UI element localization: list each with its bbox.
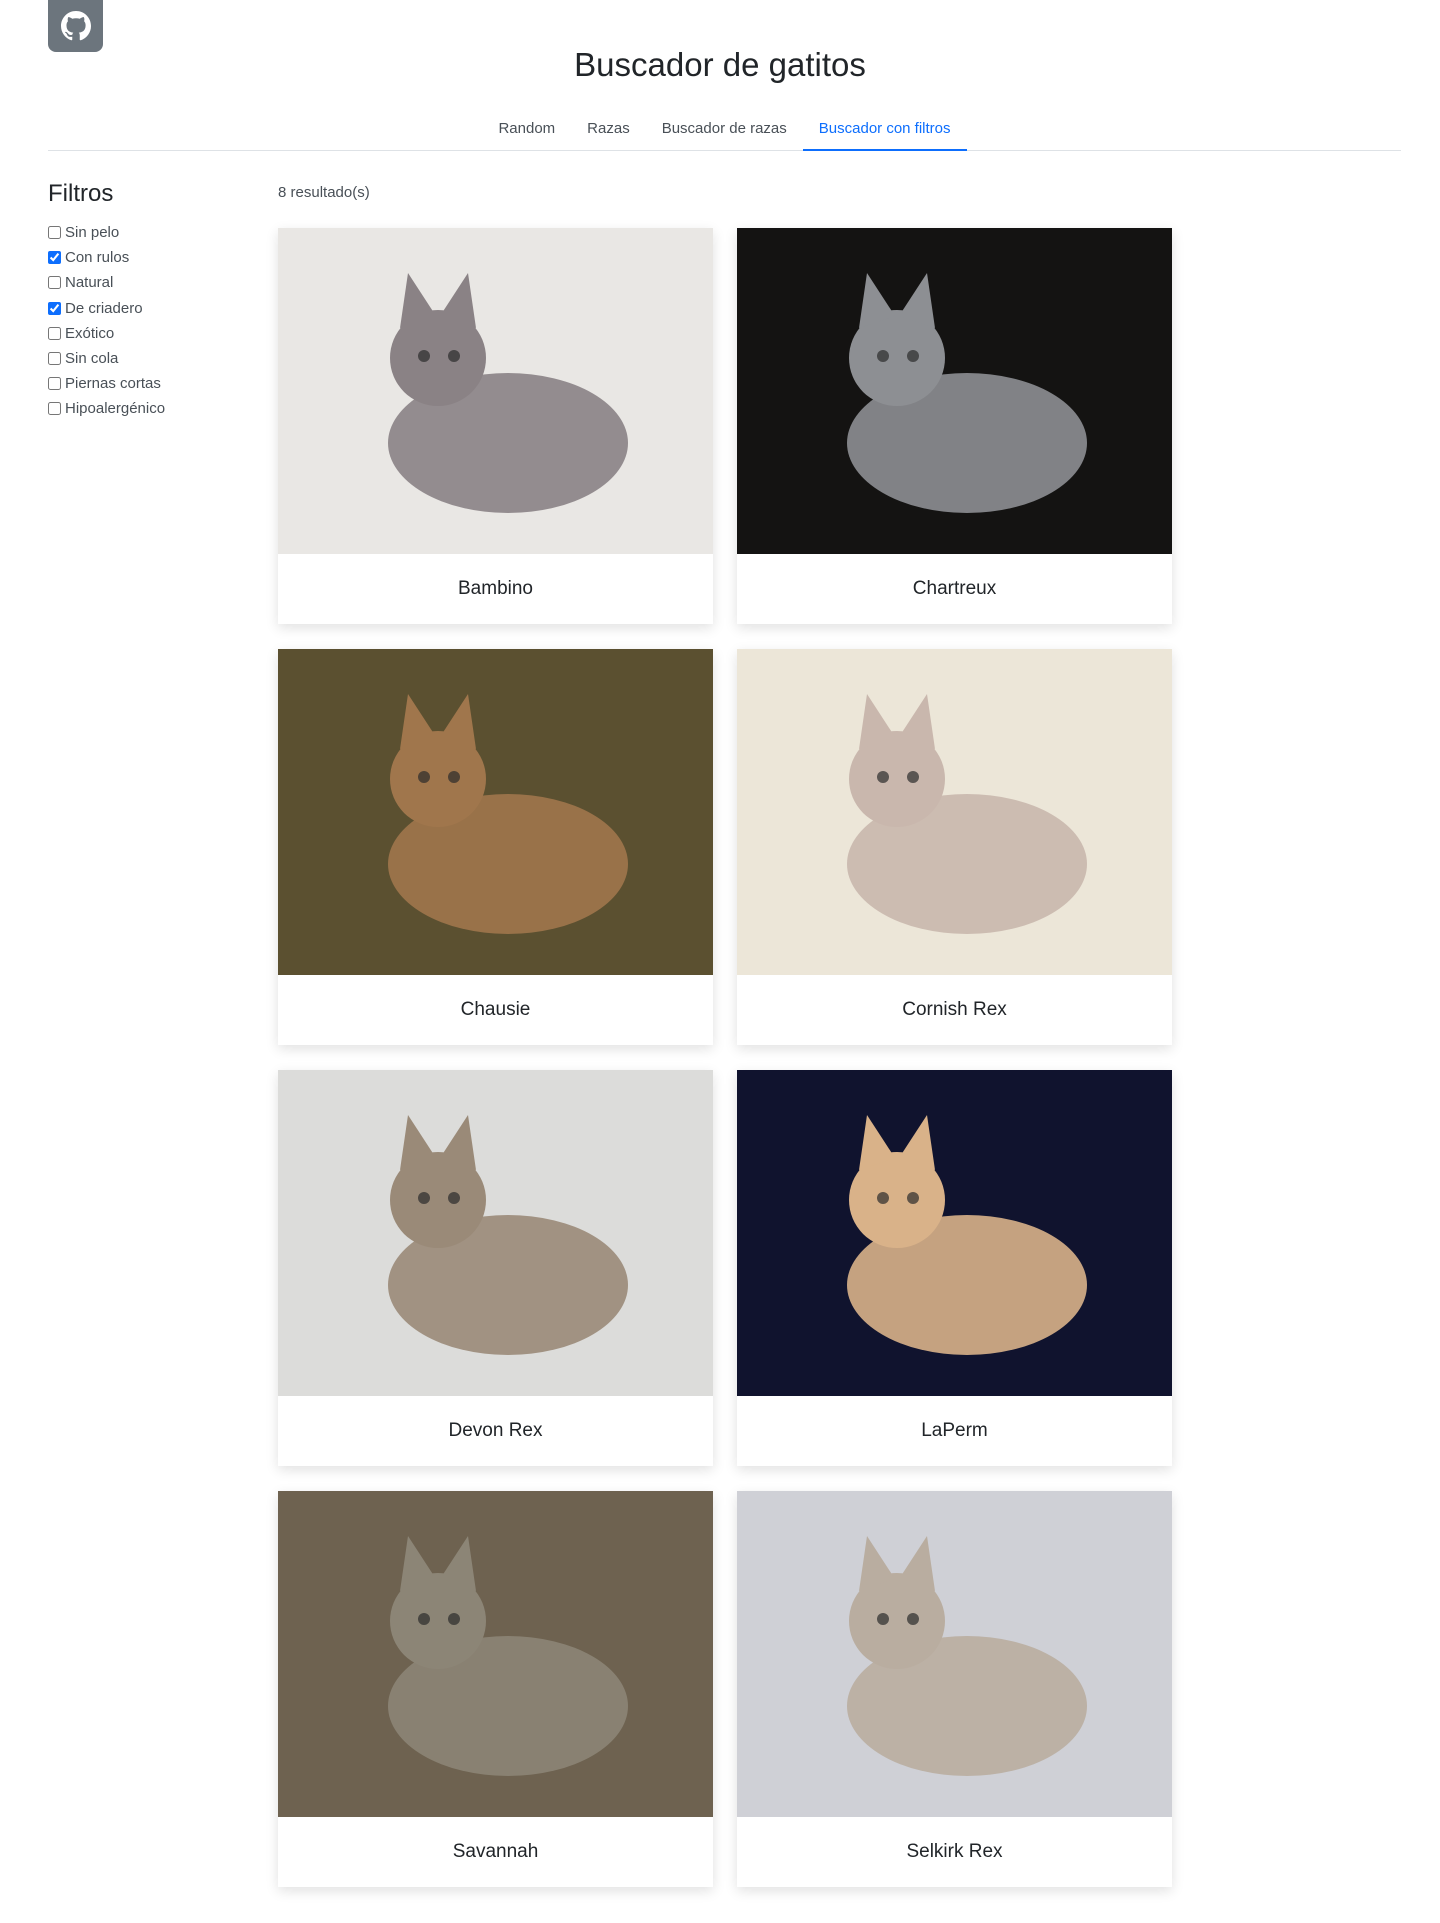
cat-photo xyxy=(737,228,1172,554)
results-grid: Bambino Chartreux Chausie Cornish Rex Devon … xyxy=(278,228,1174,1887)
filter-label: Con rulos xyxy=(65,249,130,267)
cat-name: Selkirk Rex xyxy=(906,1841,1003,1862)
tab-random[interactable]: Random xyxy=(482,110,571,151)
filter-label: Exótico xyxy=(65,324,115,342)
filter-checkbox[interactable] xyxy=(48,377,61,391)
filter-option[interactable]: Sin cola xyxy=(48,346,248,371)
cat-photo xyxy=(278,649,713,975)
cat-name: Chausie xyxy=(460,999,531,1020)
filter-checkbox[interactable] xyxy=(48,326,61,340)
filter-label: De criadero xyxy=(65,299,143,317)
filter-checkbox[interactable] xyxy=(48,402,61,416)
tab-razas[interactable]: Razas xyxy=(571,110,646,151)
cat-card[interactable]: Chausie xyxy=(278,649,713,1045)
filter-option[interactable]: Exótico xyxy=(48,321,248,346)
cat-name: Savannah xyxy=(452,1841,539,1862)
filter-option[interactable]: Piernas cortas xyxy=(48,371,248,396)
filter-option[interactable]: Hipoalergénico xyxy=(48,396,248,421)
tab-buscador-de-razas[interactable]: Buscador de razas xyxy=(646,110,803,151)
filter-option[interactable]: De criadero xyxy=(48,296,248,321)
filter-option[interactable]: Con rulos xyxy=(48,245,248,270)
cat-name: Bambino xyxy=(458,578,533,599)
cat-card[interactable]: Devon Rex xyxy=(278,1070,713,1466)
cat-photo xyxy=(278,1491,713,1817)
github-button[interactable] xyxy=(48,0,103,52)
filter-option[interactable]: Sin pelo xyxy=(48,220,248,245)
cat-name: LaPerm xyxy=(921,1420,988,1441)
filter-option[interactable]: Natural xyxy=(48,270,248,295)
filter-label: Piernas cortas xyxy=(65,375,161,393)
filter-checkbox[interactable] xyxy=(48,301,61,315)
filters-title: Filtros xyxy=(48,180,114,207)
filter-label: Sin cola xyxy=(65,350,119,368)
cat-photo xyxy=(737,1070,1172,1396)
cat-card[interactable]: Bambino xyxy=(278,228,713,624)
filter-label: Hipoalergénico xyxy=(65,400,166,418)
cat-name: Cornish Rex xyxy=(902,999,1007,1020)
filter-checkbox[interactable] xyxy=(48,352,61,366)
cat-photo xyxy=(278,228,713,554)
github-icon xyxy=(60,11,91,41)
cat-card[interactable]: Savannah xyxy=(278,1491,713,1887)
filter-label: Sin pelo xyxy=(65,224,120,242)
tab-buscador-con-filtros[interactable]: Buscador con filtros xyxy=(802,110,967,151)
filters-panel: Filtros Sin pelo Con rulos Natural De criad… xyxy=(48,180,248,422)
filter-checkbox[interactable] xyxy=(48,251,61,265)
cat-photo xyxy=(737,1491,1172,1817)
result-count: 8 resultado(s) xyxy=(278,184,370,201)
cat-name: Devon Rex xyxy=(448,1420,543,1441)
nav-tabs: Random Razas Buscador de razas Buscador … xyxy=(48,110,1401,151)
cat-card[interactable]: Selkirk Rex xyxy=(737,1491,1172,1887)
cat-photo xyxy=(737,649,1172,975)
filter-label: Natural xyxy=(65,274,114,292)
cat-card[interactable]: Cornish Rex xyxy=(737,649,1172,1045)
cat-card[interactable]: Chartreux xyxy=(737,228,1172,624)
filter-checkbox[interactable] xyxy=(48,276,61,290)
cat-card[interactable]: LaPerm xyxy=(737,1070,1172,1466)
cat-name: Chartreux xyxy=(912,578,997,599)
cat-photo xyxy=(278,1070,713,1396)
page-title: Buscador de gatitos xyxy=(574,46,866,83)
filter-checkbox[interactable] xyxy=(48,226,61,240)
